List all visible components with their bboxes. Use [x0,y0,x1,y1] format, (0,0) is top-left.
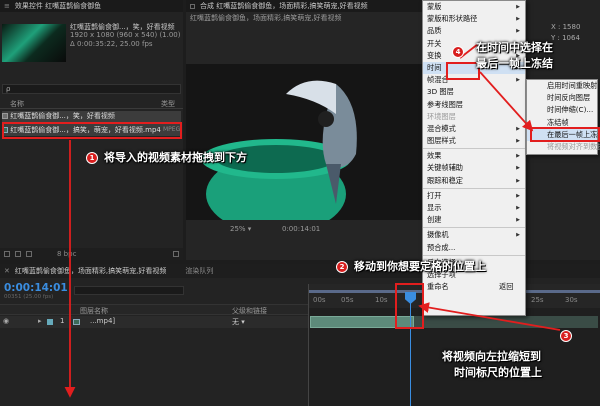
step-badge-3: 3 [560,330,572,342]
step-badge-2: 2 [336,261,348,273]
step-badge-4: 4 [452,46,464,58]
step-text-4-line1: 在时间中选择在 [476,41,553,54]
step-text-1: 将导入的视频素材拖拽到下方 [104,151,247,164]
step-text-4-line2: 最后一帧上冻结 [476,57,553,70]
step-badge-1: 1 [86,152,98,164]
step-text-3-line1: 将视频向左拉缩短到 [442,350,541,363]
step-text-3-line2: 时间标尺的位置上 [454,366,542,379]
step-text-2: 移动到你想要定格的位置上 [354,260,486,273]
